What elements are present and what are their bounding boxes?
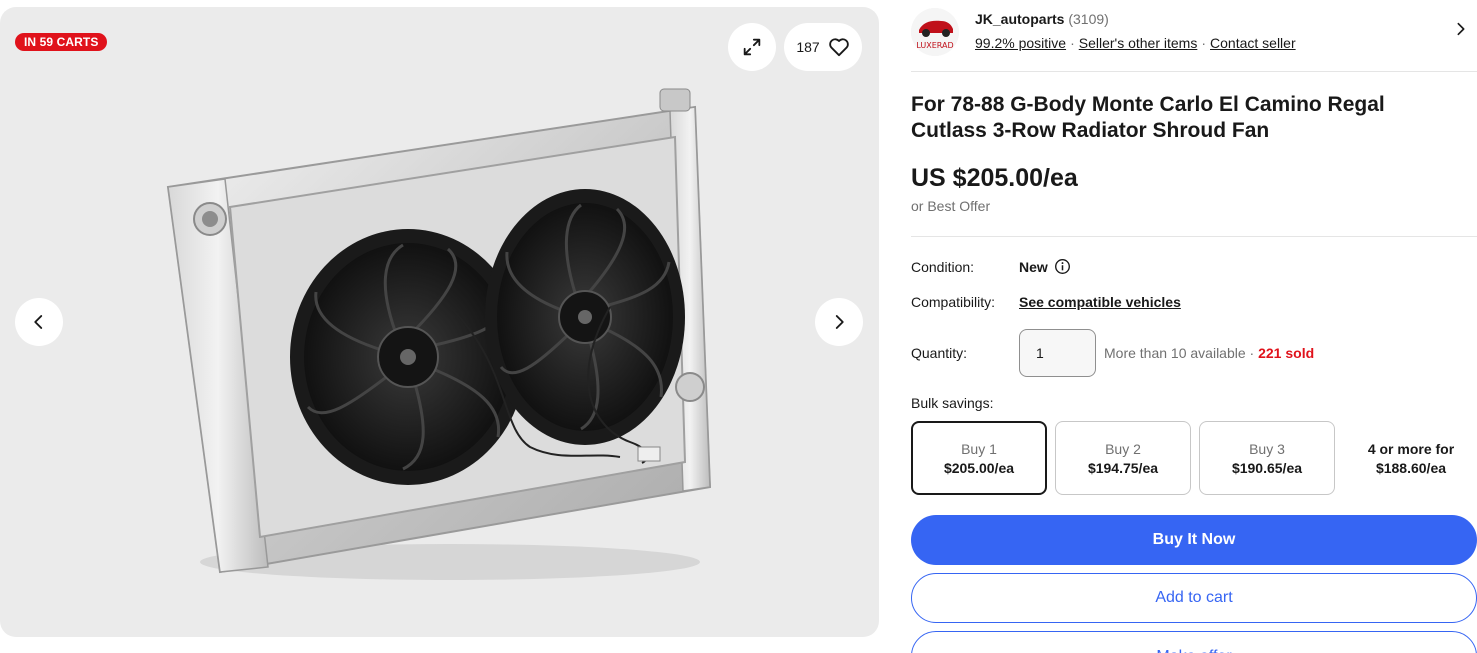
bulk-option-qty: 4 or more for xyxy=(1367,440,1455,457)
see-compatible-vehicles-link[interactable]: See compatible vehicles xyxy=(1019,294,1181,310)
condition-label: Condition: xyxy=(911,259,975,275)
bulk-option-4-or-more[interactable]: 4 or more for $188.60/ea xyxy=(1343,421,1477,495)
bulk-option-buy-2[interactable]: Buy 2 $194.75/ea xyxy=(1055,421,1191,495)
expand-button[interactable] xyxy=(728,23,776,71)
chevron-right-icon xyxy=(835,315,844,329)
bulk-option-qty: Buy 3 xyxy=(1249,440,1285,457)
seller-logo[interactable]: LUXERAD xyxy=(911,8,959,56)
expand-icon xyxy=(743,38,761,56)
seller-other-items-link[interactable]: Seller's other items xyxy=(1079,35,1198,51)
contact-seller-link[interactable]: Contact seller xyxy=(1210,35,1296,51)
listing-details: LUXERAD JK_autoparts (3109) 99.2% positi… xyxy=(911,0,1477,653)
condition-text: New xyxy=(1019,258,1048,275)
listing-price: US $205.00/ea xyxy=(911,164,1078,192)
quantity-input[interactable] xyxy=(1019,329,1096,377)
bulk-savings-label: Bulk savings: xyxy=(911,395,994,411)
make-offer-button[interactable]: Make offer xyxy=(911,631,1477,653)
seller-name-line: JK_autoparts (3109) xyxy=(975,11,1109,27)
availability-info: More than 10 available · 221 sold xyxy=(1104,345,1314,361)
next-image-button[interactable] xyxy=(815,298,863,346)
bulk-option-qty: Buy 1 xyxy=(961,440,997,457)
bulk-option-price: $188.60/ea xyxy=(1375,459,1447,476)
bulk-option-price: $190.65/ea xyxy=(1231,459,1303,476)
product-image[interactable] xyxy=(150,67,730,597)
watch-button[interactable]: 187 xyxy=(784,23,862,71)
quantity-label: Quantity: xyxy=(911,345,968,361)
best-offer-text: or Best Offer xyxy=(911,198,991,214)
chevron-right-icon[interactable] xyxy=(1453,21,1469,37)
add-to-cart-button[interactable]: Add to cart xyxy=(911,573,1477,623)
listing-title: For 78-88 G-Body Monte Carlo El Camino R… xyxy=(911,93,1385,142)
buy-it-now-button[interactable]: Buy It Now xyxy=(911,515,1477,565)
condition-value: New xyxy=(1019,258,1071,275)
seller-logo-image: LUXERAD xyxy=(911,8,959,56)
in-carts-badge: IN 59 CARTS xyxy=(15,33,108,51)
previous-image-button[interactable] xyxy=(15,298,63,346)
availability-text: More than 10 available xyxy=(1104,345,1246,361)
availability-separator: · xyxy=(1245,345,1259,361)
sold-count: 221 sold xyxy=(1258,345,1315,361)
divider xyxy=(911,71,1477,72)
image-gallery: IN 59 CARTS 187 xyxy=(0,7,879,637)
seller-card[interactable]: LUXERAD JK_autoparts (3109) 99.2% positi… xyxy=(911,8,1477,68)
bulk-option-price: $205.00/ea xyxy=(943,459,1015,476)
divider xyxy=(911,236,1477,237)
heart-icon xyxy=(828,38,849,57)
bulk-option-buy-3[interactable]: Buy 3 $190.65/ea xyxy=(1199,421,1335,495)
chevron-left-icon xyxy=(34,315,43,329)
bulk-option-price: $194.75/ea xyxy=(1087,459,1159,476)
watch-count: 187 xyxy=(796,39,820,55)
svg-text:LUXERAD: LUXERAD xyxy=(916,41,953,50)
seller-name[interactable]: JK_autoparts xyxy=(975,11,1064,27)
info-icon[interactable] xyxy=(1054,258,1071,275)
seller-feedback-count: (3109) xyxy=(1068,11,1109,27)
positive-feedback-link[interactable]: 99.2% positive xyxy=(975,35,1066,51)
seller-links: 99.2% positive · Seller's other items · Cont… xyxy=(975,35,1296,51)
compatibility-label: Compatibility: xyxy=(911,294,996,310)
bulk-option-buy-1[interactable]: Buy 1 $205.00/ea xyxy=(911,421,1047,495)
bulk-option-qty: Buy 2 xyxy=(1105,440,1141,457)
